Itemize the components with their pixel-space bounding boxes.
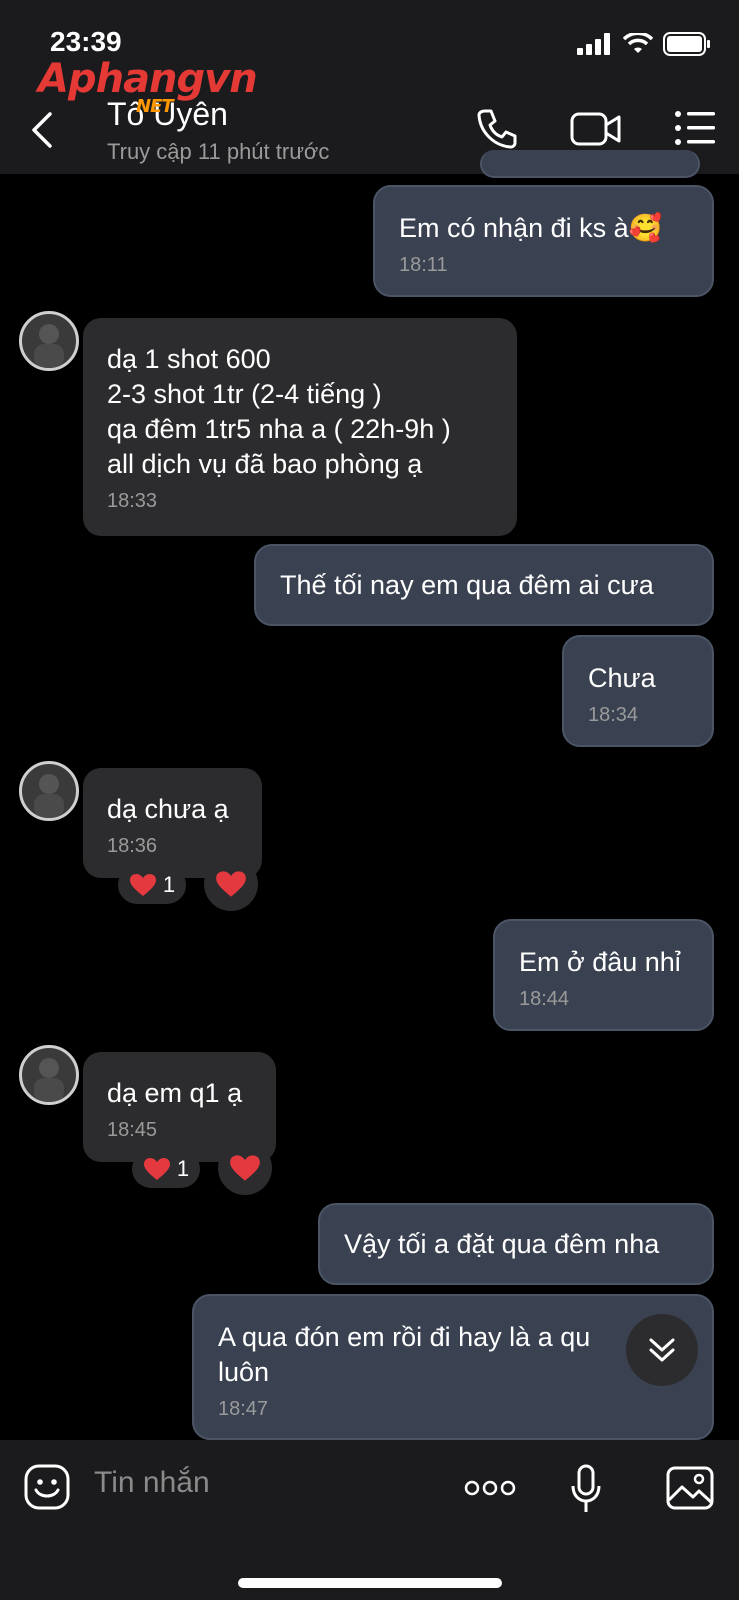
message-bubble-partial — [480, 150, 700, 178]
message-text: Em ở đâu nhỉ — [519, 947, 681, 977]
contact-presence: Truy cập 11 phút trước — [107, 139, 330, 164]
image-gallery-icon[interactable] — [666, 1466, 714, 1510]
message-bubble-outgoing[interactable]: Chưa 18:34 — [562, 635, 714, 747]
watermark-sub: NET — [136, 96, 174, 117]
phone-icon[interactable] — [476, 108, 518, 150]
status-time: 23:39 — [50, 26, 122, 57]
message-time: 18:47 — [218, 1398, 269, 1420]
message-time: 18:36 — [107, 835, 158, 857]
emoji-sticker-icon[interactable] — [24, 1464, 70, 1510]
more-options-icon[interactable] — [464, 1478, 516, 1498]
message-text: Chưa — [588, 663, 656, 693]
message-text: Em có nhận đi ks à🥰 — [399, 213, 663, 243]
message-text: dạ 1 shot 600 2-3 shot 1tr (2-4 tiếng ) … — [107, 344, 451, 479]
reaction-summary[interactable]: 1 — [132, 1150, 200, 1188]
menu-list-icon[interactable] — [674, 108, 716, 148]
signal-icon — [577, 33, 610, 55]
microphone-icon[interactable] — [570, 1464, 602, 1514]
message-time: 18:44 — [519, 988, 570, 1010]
contact-avatar[interactable] — [19, 1045, 79, 1105]
message-text: dạ chưa ạ — [107, 794, 229, 824]
message-bubble-outgoing[interactable]: Em có nhận đi ks à🥰 18:11 — [373, 185, 714, 297]
scroll-to-bottom-button[interactable] — [626, 1314, 698, 1386]
double-chevron-down-icon — [649, 1338, 675, 1362]
react-heart-button[interactable] — [218, 1141, 272, 1195]
heart-icon — [216, 871, 246, 897]
reaction-count: 1 — [176, 1156, 190, 1181]
message-bubble-outgoing[interactable]: Thế tối nay em qua đêm ai cưa — [254, 544, 714, 626]
contact-avatar[interactable] — [19, 311, 79, 371]
status-icons — [577, 32, 711, 56]
message-bubble-outgoing[interactable]: Vậy tối a đặt qua đêm nha — [318, 1203, 714, 1285]
message-time: 18:11 — [399, 254, 448, 276]
reaction-count: 1 — [162, 872, 176, 897]
contact-avatar[interactable] — [19, 761, 79, 821]
message-text: Thế tối nay em qua đêm ai cưa — [280, 570, 654, 600]
video-call-icon[interactable] — [570, 108, 622, 150]
message-input[interactable]: Tin nhắn — [94, 1466, 210, 1500]
heart-icon — [230, 1155, 260, 1181]
message-bubble-incoming[interactable]: dạ 1 shot 600 2-3 shot 1tr (2-4 tiếng ) … — [83, 318, 517, 536]
home-indicator — [238, 1578, 502, 1588]
heart-icon — [143, 1158, 170, 1180]
message-text: A qua đón em rồi đi hay là a qu luôn — [218, 1322, 591, 1387]
heart-icon — [129, 874, 156, 896]
back-chevron-icon[interactable] — [30, 112, 54, 148]
chat-header: 23:39 Tố Uyên Aphangvn NET Truy cập 11 p… — [0, 0, 739, 174]
message-text: dạ em q1 ạ — [107, 1078, 243, 1108]
reaction-summary[interactable]: 1 — [118, 866, 186, 904]
message-bubble-outgoing[interactable]: Em ở đâu nhỉ 18:44 — [493, 919, 714, 1031]
react-heart-button[interactable] — [204, 857, 258, 911]
message-time: 18:45 — [107, 1119, 158, 1141]
message-time: 18:34 — [588, 704, 639, 726]
battery-icon — [663, 32, 710, 56]
message-composer: Tin nhắn — [0, 1440, 739, 1600]
message-text: Vậy tối a đặt qua đêm nha — [344, 1229, 660, 1259]
message-time: 18:33 — [107, 490, 158, 512]
wifi-icon — [623, 33, 653, 53]
watermark-logo: Aphangvn NET — [38, 56, 258, 117]
